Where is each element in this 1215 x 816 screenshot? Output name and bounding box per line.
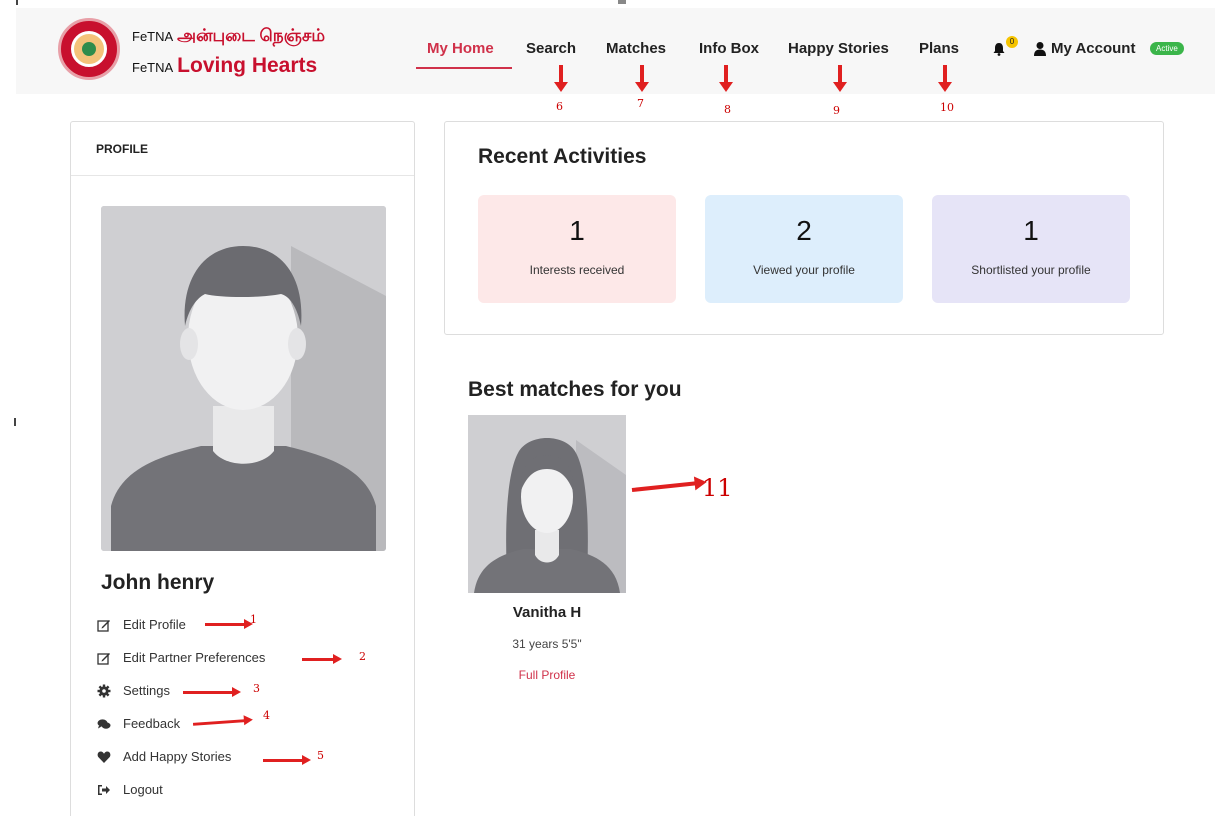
avatar[interactable]	[101, 206, 386, 551]
stat-label: Interests received	[529, 263, 625, 277]
edge-mark	[16, 0, 18, 5]
best-matches-title: Best matches for you	[468, 378, 682, 401]
annotation-arrow	[938, 65, 952, 92]
menu-logout[interactable]: Logout	[97, 773, 265, 806]
menu-add-happy-stories[interactable]: Add Happy Stories 5	[97, 740, 324, 773]
annotation-arrow	[719, 65, 733, 92]
top-header: FeTNA அன்புடை நெஞ்சம் FeTNA Loving Hearts …	[16, 8, 1215, 94]
profile-panel: PROFILE John henry Edit Profile 1 Edit P…	[70, 121, 415, 816]
annotation-number: 5	[317, 749, 324, 762]
heart-icon	[97, 751, 111, 763]
nav-my-home[interactable]: My Home	[427, 40, 494, 57]
stat-label: Viewed your profile	[753, 263, 855, 277]
menu-feedback[interactable]: Feedback 4	[97, 707, 270, 740]
full-profile-link[interactable]: Full Profile	[468, 668, 626, 682]
nav-search[interactable]: Search	[526, 40, 576, 57]
notification-badge: 0	[1006, 36, 1018, 48]
nav-active-underline	[416, 67, 512, 69]
edit-icon	[97, 652, 110, 665]
nav-matches[interactable]: Matches	[606, 40, 666, 57]
menu-label: Edit Profile	[123, 617, 186, 632]
gear-icon	[97, 684, 111, 697]
annotation-arrow	[263, 755, 311, 765]
match-name: Vanitha H	[512, 604, 582, 621]
annotation-number: 9	[833, 104, 840, 117]
annotation-arrow	[183, 687, 241, 697]
stat-value: 1	[1023, 215, 1039, 246]
comments-icon	[97, 718, 111, 729]
annotation-number: 10	[940, 101, 954, 114]
profile-header: PROFILE	[71, 122, 414, 176]
menu-edit-partner-preferences[interactable]: Edit Partner Preferences 2	[97, 641, 366, 674]
bell-icon[interactable]	[992, 42, 1006, 56]
stat-viewed-profile[interactable]: 2 Viewed your profile	[705, 195, 903, 303]
stat-value: 2	[796, 215, 812, 246]
recent-activities-title: Recent Activities	[478, 145, 647, 168]
stat-shortlisted-profile[interactable]: 1 Shortlisted your profile	[932, 195, 1130, 303]
annotation-arrow	[635, 65, 649, 92]
annotation-number: 11	[702, 474, 733, 502]
match-meta: 31 years 5'5"	[512, 637, 582, 651]
nav-happy-stories[interactable]: Happy Stories	[788, 40, 889, 57]
annotation-arrow	[302, 654, 342, 664]
sign-out-icon	[98, 784, 110, 795]
nav-info-box[interactable]: Info Box	[699, 40, 759, 57]
male-avatar-icon	[101, 206, 386, 551]
annotation-arrow	[192, 719, 246, 726]
stat-value: 1	[569, 215, 585, 246]
menu-label: Logout	[123, 782, 163, 797]
status-badge: Active	[1150, 42, 1184, 55]
annotation-number: 1	[250, 613, 257, 626]
annotation-arrow	[631, 481, 697, 492]
menu-label: Feedback	[123, 716, 181, 731]
nav-plans[interactable]: Plans	[919, 40, 959, 57]
annotation-number: 8	[724, 103, 731, 116]
profile-name: John henry	[101, 571, 215, 594]
profile-menu: Edit Profile 1 Edit Partner Preferences …	[97, 608, 366, 806]
menu-label: Settings	[123, 683, 170, 698]
annotation-number: 6	[556, 100, 563, 113]
main-nav: My Home Search Matches Info Box Happy St…	[16, 8, 1215, 94]
annotation-number: 3	[253, 682, 260, 695]
female-avatar-icon	[468, 415, 626, 593]
menu-settings[interactable]: Settings 3	[97, 674, 265, 707]
nav-my-account[interactable]: My Account	[1051, 40, 1135, 57]
stat-label: Shortlisted your profile	[971, 263, 1091, 277]
user-icon[interactable]	[1033, 41, 1047, 57]
annotation-arrow	[205, 619, 253, 629]
annotation-number: 4	[263, 709, 270, 722]
edge-mark	[618, 0, 626, 4]
menu-edit-profile[interactable]: Edit Profile 1	[97, 608, 265, 641]
annotation-number: 7	[637, 97, 644, 110]
annotation-arrow	[554, 65, 568, 92]
edit-icon	[97, 619, 110, 632]
annotation-number: 2	[359, 650, 366, 663]
menu-label: Add Happy Stories	[123, 749, 232, 764]
edge-mark	[14, 418, 16, 426]
stat-interests-received[interactable]: 1 Interests received	[478, 195, 676, 303]
menu-label: Edit Partner Preferences	[123, 650, 266, 665]
match-photo[interactable]	[468, 415, 626, 593]
annotation-arrow	[833, 65, 847, 92]
recent-activities-card: Recent Activities 1 Interests received 2…	[444, 121, 1164, 335]
